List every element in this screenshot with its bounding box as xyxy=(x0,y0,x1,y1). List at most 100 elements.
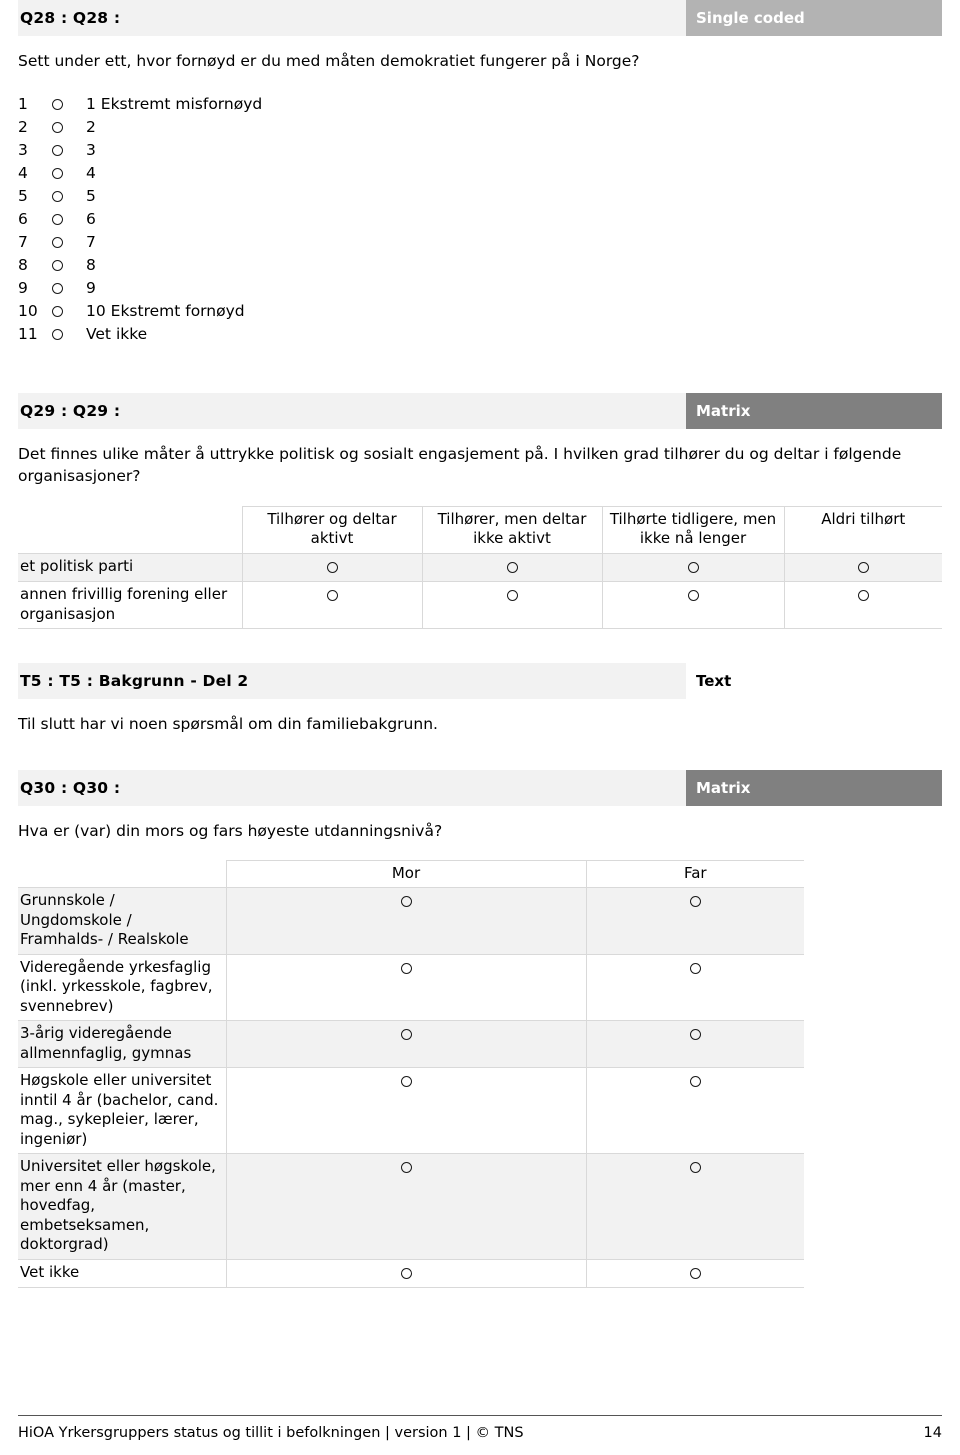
matrix-row-label: annen frivillig forening eller organisas… xyxy=(18,581,243,630)
matrix-option-cell[interactable] xyxy=(226,1067,587,1155)
option-radio[interactable] xyxy=(52,94,86,117)
option-row[interactable]: 9 9 xyxy=(18,278,262,301)
question-text-q28: Sett under ett, hvor fornøyd er du med m… xyxy=(18,52,640,70)
matrix-option-cell[interactable] xyxy=(784,552,942,583)
matrix-option-cell[interactable] xyxy=(422,552,603,583)
option-label: 8 xyxy=(86,255,96,274)
table-row: Videregående yrkesfaglig (inkl. yrkessko… xyxy=(18,953,804,1022)
matrix-option-cell[interactable] xyxy=(422,581,603,630)
matrix-option-cell[interactable] xyxy=(586,1258,804,1289)
option-radio[interactable] xyxy=(52,163,86,186)
option-row[interactable]: 8 8 xyxy=(18,255,262,278)
option-radio[interactable] xyxy=(52,117,86,140)
option-label: 5 xyxy=(86,187,96,206)
option-label: 4 xyxy=(86,164,96,183)
radio-circle-icon[interactable] xyxy=(400,1267,412,1279)
option-radio[interactable] xyxy=(52,140,86,163)
radio-circle-icon[interactable] xyxy=(506,561,518,573)
radio-circle-icon[interactable] xyxy=(52,145,63,157)
radio-circle-icon[interactable] xyxy=(857,561,869,573)
radio-circle-icon[interactable] xyxy=(506,590,518,602)
option-row[interactable]: 1 1 Ekstremt misfornøyd xyxy=(18,94,262,117)
option-radio[interactable] xyxy=(52,209,86,232)
radio-circle-icon[interactable] xyxy=(52,305,63,317)
matrix-header-row: Tilhører og deltar aktivt Tilhører, men … xyxy=(18,505,942,554)
radio-circle-icon[interactable] xyxy=(689,1076,701,1088)
radio-circle-icon[interactable] xyxy=(52,282,63,294)
option-number: 9 xyxy=(18,278,28,297)
matrix-option-cell[interactable] xyxy=(586,953,804,1022)
option-row[interactable]: 6 6 xyxy=(18,209,262,232)
matrix-row-label: Vet ikke xyxy=(18,1258,227,1289)
option-radio[interactable] xyxy=(52,278,86,301)
matrix-option-cell[interactable] xyxy=(226,1258,587,1289)
matrix-option-cell[interactable] xyxy=(586,1067,804,1155)
matrix-option-cell[interactable] xyxy=(226,887,587,955)
option-label: 7 xyxy=(86,233,96,251)
matrix-column-header: Far xyxy=(586,859,804,889)
matrix-option-cell[interactable] xyxy=(226,953,587,1022)
option-row[interactable]: 2 2 xyxy=(18,117,262,140)
radio-circle-icon[interactable] xyxy=(400,1076,412,1088)
matrix-option-cell[interactable] xyxy=(602,552,785,583)
matrix-option-cell[interactable] xyxy=(586,887,804,955)
option-row[interactable]: 10 10 Ekstremt fornøyd xyxy=(18,301,262,324)
option-row[interactable]: 7 7 xyxy=(18,232,262,255)
radio-circle-icon[interactable] xyxy=(400,962,412,974)
question-type-badge-q29: Matrix xyxy=(686,392,942,429)
section-text-t5: Til slutt har vi noen spørsmål om din fa… xyxy=(18,715,438,734)
radio-circle-icon[interactable] xyxy=(52,237,63,248)
matrix-option-cell[interactable] xyxy=(784,581,942,630)
matrix-option-cell[interactable] xyxy=(586,1153,804,1260)
option-radio[interactable] xyxy=(52,232,86,255)
questionnaire-page: Q28 : Q28 : Single coded Sett under ett,… xyxy=(0,0,960,1455)
option-label: 3 xyxy=(86,141,96,160)
radio-circle-icon[interactable] xyxy=(52,328,63,340)
table-row: et politisk parti xyxy=(18,552,942,583)
option-radio[interactable] xyxy=(52,255,86,278)
matrix-option-cell[interactable] xyxy=(242,581,423,630)
radio-circle-icon[interactable] xyxy=(52,259,63,271)
option-radio[interactable] xyxy=(52,324,86,347)
radio-circle-icon[interactable] xyxy=(687,590,699,602)
radio-circle-icon[interactable] xyxy=(52,214,63,226)
option-row[interactable]: 5 5 xyxy=(18,186,262,209)
radio-circle-icon[interactable] xyxy=(689,896,701,908)
radio-circle-icon[interactable] xyxy=(326,590,338,602)
question-type-badge-q28: Single coded xyxy=(686,0,942,36)
question-id-q30: Q30 : Q30 : xyxy=(20,778,121,797)
matrix-option-cell[interactable] xyxy=(602,581,785,630)
option-row[interactable]: 4 4 xyxy=(18,163,262,186)
radio-circle-icon[interactable] xyxy=(857,590,869,602)
matrix-row-label: Grunnskole / Ungdomskole / Framhalds- / … xyxy=(18,887,227,955)
radio-circle-icon[interactable] xyxy=(400,896,412,908)
radio-circle-icon[interactable] xyxy=(689,1267,701,1279)
radio-circle-icon[interactable] xyxy=(689,962,701,974)
radio-circle-icon[interactable] xyxy=(52,122,63,134)
option-row[interactable]: 3 3 xyxy=(18,140,262,163)
question-header-q30: Q30 : Q30 : Matrix xyxy=(18,769,942,806)
matrix-option-cell[interactable] xyxy=(586,1020,804,1069)
matrix-option-cell[interactable] xyxy=(242,552,423,583)
option-radio[interactable] xyxy=(52,301,86,324)
option-label: 6 xyxy=(86,210,96,229)
radio-circle-icon[interactable] xyxy=(687,561,699,573)
question-text-q29: Det finnes ulike måter å uttrykke politi… xyxy=(18,444,902,486)
radio-circle-icon[interactable] xyxy=(400,1029,412,1041)
radio-circle-icon[interactable] xyxy=(52,99,63,111)
matrix-option-cell[interactable] xyxy=(226,1020,587,1069)
radio-circle-icon[interactable] xyxy=(52,168,63,180)
radio-circle-icon[interactable] xyxy=(689,1029,701,1041)
matrix-column-header: Aldri tilhørt xyxy=(784,505,942,554)
radio-circle-icon[interactable] xyxy=(400,1162,412,1174)
radio-circle-icon[interactable] xyxy=(689,1162,701,1174)
radio-circle-icon[interactable] xyxy=(326,561,338,573)
radio-circle-icon[interactable] xyxy=(52,191,63,203)
option-radio[interactable] xyxy=(52,186,86,209)
matrix-option-cell[interactable] xyxy=(226,1153,587,1260)
option-row[interactable]: 11 Vet ikke xyxy=(18,324,262,347)
option-list-q28: 1 1 Ekstremt misfornøyd 2 2 3 3 4 4 5 5 … xyxy=(18,94,262,346)
matrix-row-label: Høgskole eller universitet inntil 4 år (… xyxy=(18,1067,227,1155)
